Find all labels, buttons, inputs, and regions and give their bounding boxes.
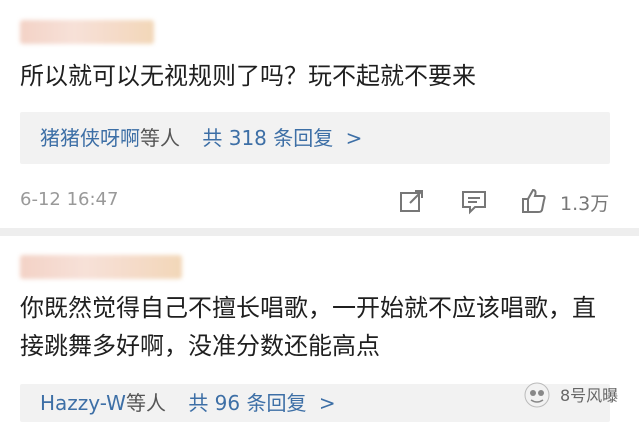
comment-divider [0,228,639,236]
replies-summary-button[interactable]: 猪猪侠呀啊等人 共 318 条回复 > [20,112,610,164]
reply-count[interactable]: 共 96 条回复 [188,391,306,415]
chevron-right-icon: > [318,391,336,415]
reply-users-link[interactable]: 猪猪侠呀啊 [40,126,140,150]
reply-count[interactable]: 共 318 条回复 [202,126,333,150]
comment-text: 所以就可以无视规则了吗？玩不起就不要来 [20,62,476,90]
comment-text: 你既然觉得自己不擅长唱歌，一开始就不应该唱歌，直接跳舞多好啊，没准分数还能高点 [20,294,596,360]
share-icon[interactable] [398,187,426,215]
comment-timestamp: 6-12 16:47 [20,189,119,210]
like-icon[interactable] [520,187,548,215]
comment-item-1: 所以就可以无视规则了吗？玩不起就不要来 猪猪侠呀啊等人 共 318 条回复 > … [0,0,639,226]
chevron-right-icon: > [345,126,363,150]
replies-summary-button[interactable]: Hazzy-W等人 共 96 条回复 > [20,384,610,422]
watermark-logo-icon [524,382,550,408]
reply-users-suffix: 等人 [125,391,166,415]
watermark-text: 8号风曝 [560,386,619,405]
username-blurred[interactable] [20,20,154,44]
username-blurred[interactable] [20,255,182,279]
comment-meta-bar: 6-12 16:47 1.3万 [20,185,619,217]
reply-users-link[interactable]: Hazzy-W [40,391,126,415]
like-count: 1.3万 [560,193,610,215]
reply-users-suffix: 等人 [140,126,180,150]
comment-icon[interactable] [460,187,488,215]
